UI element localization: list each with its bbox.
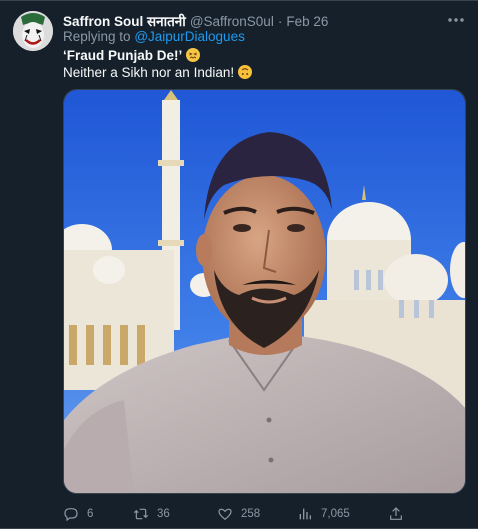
- separator-dot: ·: [277, 13, 283, 29]
- user-handle[interactable]: @SaffronS0ul: [190, 14, 274, 29]
- like-count: 258: [241, 508, 261, 520]
- retweet-icon: [133, 508, 149, 520]
- reply-button[interactable]: 6: [63, 504, 93, 524]
- tweet-header: Saffron Soul सनातनी @SaffronS0ul · Feb 2…: [63, 11, 438, 31]
- confounded-face-emoji-icon: [186, 48, 201, 62]
- retweet-button[interactable]: 36: [133, 504, 170, 524]
- tweet-quote: ‘Fraud Punjab De!’: [63, 48, 183, 63]
- more-options-button[interactable]: [444, 10, 468, 30]
- share-icon: [390, 507, 402, 520]
- display-name[interactable]: Saffron Soul सनातनी: [63, 12, 186, 30]
- timestamp[interactable]: Feb 26: [286, 14, 328, 29]
- tweet-text-line-2: Neither a Sikh nor an Indian!: [63, 64, 253, 81]
- share-button[interactable]: [388, 504, 404, 524]
- reply-mention-link[interactable]: @JaipurDialogues: [134, 29, 245, 44]
- tweet-body: Neither a Sikh nor an Indian!: [63, 65, 235, 80]
- heart-icon: [218, 508, 232, 521]
- views-chart-icon: [299, 508, 311, 520]
- replying-to-label: Replying to: [63, 29, 131, 44]
- retweet-count: 36: [157, 508, 170, 520]
- selfie-mosque-photo: [64, 90, 465, 493]
- tweet-photo[interactable]: [63, 89, 466, 494]
- views-count: 7,065: [321, 508, 350, 520]
- tweet-actions: 6 36 258 7,065: [63, 504, 408, 524]
- tweet-text-line-1: ‘Fraud Punjab De!’: [63, 47, 252, 64]
- replying-to-line: Replying to @JaipurDialogues: [63, 29, 245, 44]
- more-horizontal-icon: [448, 18, 464, 22]
- reply-count: 6: [87, 508, 94, 520]
- avatar[interactable]: [13, 11, 53, 51]
- avatar-image: [13, 11, 53, 51]
- views-button[interactable]: 7,065: [297, 504, 350, 524]
- tweet-text: ‘Fraud Punjab De!’ Neither a Sikh nor an…: [63, 47, 253, 81]
- reply-icon: [64, 508, 78, 522]
- upside-down-face-emoji-icon: [238, 65, 253, 79]
- tweet-card[interactable]: Saffron Soul सनातनी @SaffronS0ul · Feb 2…: [0, 0, 478, 529]
- like-button[interactable]: 258: [217, 504, 260, 524]
